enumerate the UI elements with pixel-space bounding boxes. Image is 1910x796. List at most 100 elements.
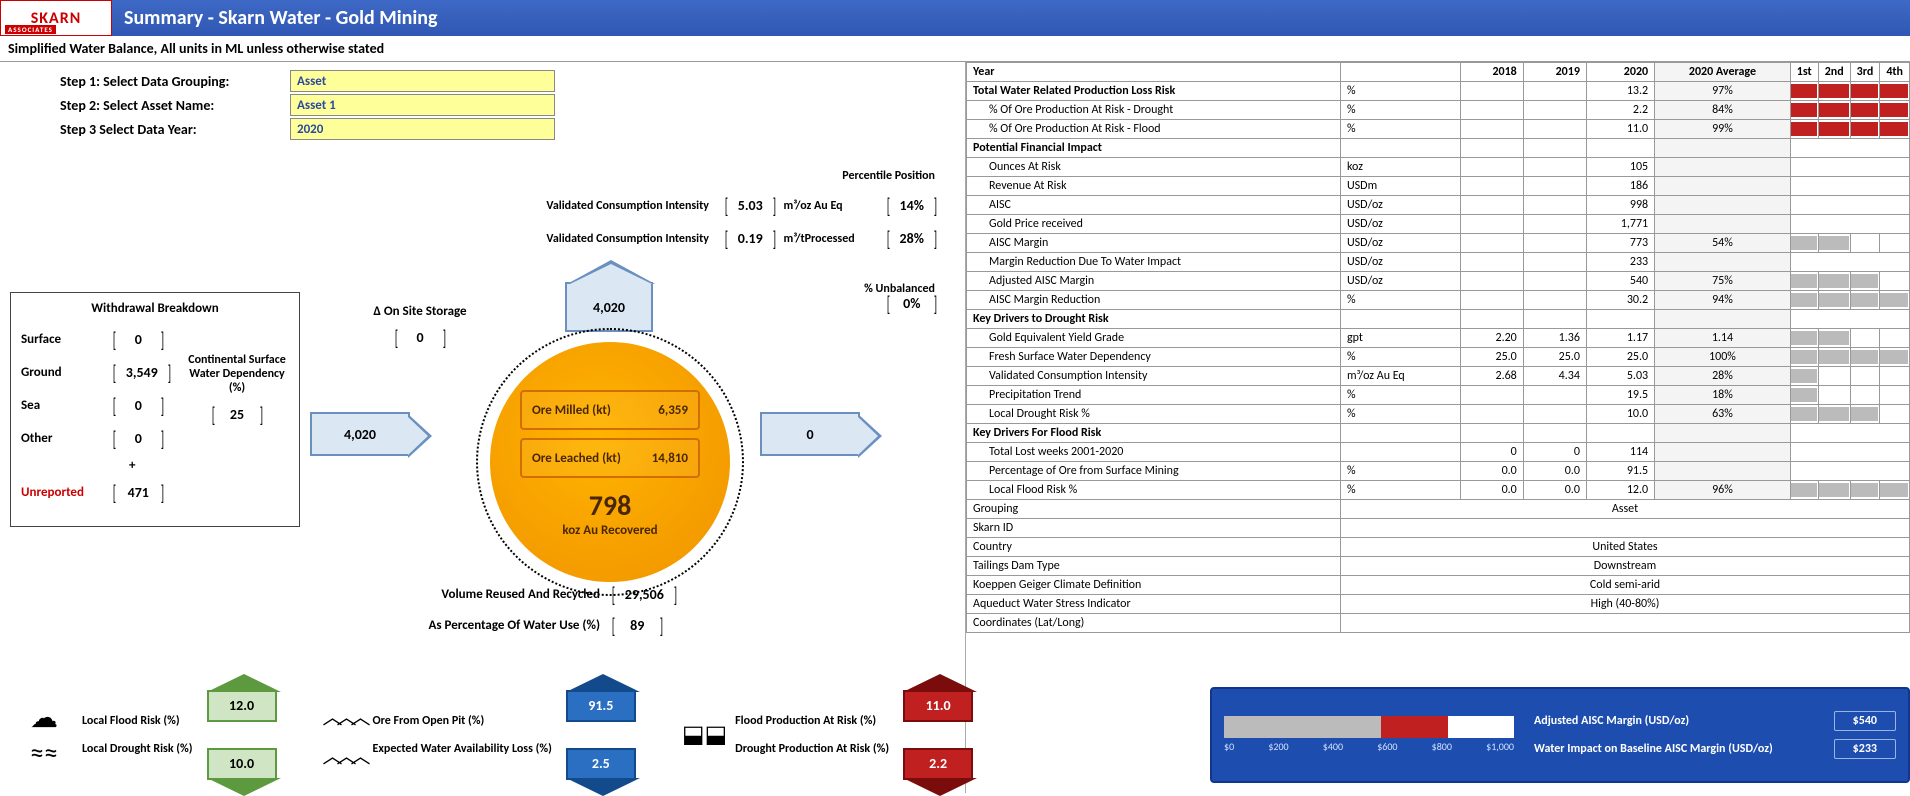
logo-subtext: ASSOCIATES [5,25,56,34]
aisc-value-2: $233 [1834,739,1896,759]
aisc-bar-adjusted-margin [1224,716,1381,738]
col-q2: 2nd [1818,63,1850,82]
asset-select[interactable]: Asset 1 [290,94,555,116]
aisc-value-1: $540 [1834,711,1896,731]
table-row: Ounces At Riskkoz 105 [967,158,1910,177]
onsite-storage-label: Δ On Site Storage [355,304,485,320]
col-year: Year [967,63,1341,82]
ore-leached-box: Ore Leached (kt)14,810 [520,438,700,478]
plus-icon: + [129,458,289,473]
table-row: Adjusted AISC MarginUSD/oz 540 75% [967,272,1910,291]
aisc-label-1: Adjusted AISC Margin (USD/oz) [1534,714,1689,728]
col-2018: 2018 [1460,63,1523,82]
aisc-label-2: Water Impact on Baseline AISC Margin (US… [1534,742,1773,756]
table-row: AISC Margin Reduction% 30.2 94% [967,291,1910,310]
table-row: Gold Equivalent Yield Gradegpt 2.201.361… [967,329,1910,348]
availability-loss-label: Expected Water Availability Loss (%) [373,742,552,756]
table-row: Local Drought Risk %% 10.0 63% [967,405,1910,424]
table-row: Skarn ID [967,519,1910,538]
reused-pct-value: 89 [610,612,665,639]
local-drought-label: Local Drought Risk (%) [82,742,193,756]
col-avg: 2020 Average [1655,63,1791,82]
reused-pct-label: As Percentage Of Water Use (%) [360,618,610,633]
skarn-logo: SKARN ASSOCIATES [0,0,112,36]
vci1-percentile: 14% [885,192,940,219]
table-row: GroupingAsset [967,500,1910,519]
table-row: % Of Ore Production At Risk - Flood% 11.… [967,120,1910,139]
table-row: Koeppen Geiger Climate DefinitionCold se… [967,576,1910,595]
col-q1: 1st [1790,63,1818,82]
drought-prod-arrow: 2.2 [903,748,973,780]
withdrawal-breakdown-box: Withdrawal Breakdown Surface0 Ground3,54… [10,292,300,527]
col-2019: 2019 [1523,63,1586,82]
ore-milled-box: Ore Milled (kt)6,359 [520,390,700,430]
local-flood-label: Local Flood Risk (%) [82,714,193,728]
step3-label: Step 3 Select Data Year: [60,121,290,138]
page-title: Summary - Skarn Water - Gold Mining [112,6,438,30]
onsite-storage-value: 0 [393,324,448,351]
sea-label: Sea [21,398,111,413]
up-arrow: 4,020 [565,282,653,332]
vci1-label: Validated Consumption Intensity [507,199,717,213]
year-select[interactable]: 2020 [290,118,555,140]
col-q3: 3rd [1850,63,1880,82]
aisc-bar-chart: $0$200$400$600$800$1,000 [1224,716,1534,753]
table-row: Tailings Dam TypeDownstream [967,557,1910,576]
table-row: Gold Price receivedUSD/oz 1,771 [967,215,1910,234]
table-row: Revenue At RiskUSDm 186 [967,177,1910,196]
col-q4: 4th [1880,63,1910,82]
filter-steps: Step 1: Select Data Grouping: Asset Step… [60,70,955,140]
table-row: CountryUnited States [967,538,1910,557]
dependency-label: Continental Surface Water Dependency (%) [187,353,287,395]
flood-risk-arrow: 12.0 [207,690,277,722]
step2-label: Step 2: Select Asset Name: [60,97,290,114]
drought-risk-arrow: 10.0 [207,748,277,780]
inflow-arrow: 4,020 [310,412,410,456]
other-label: Other [21,431,111,446]
dependency-value: 25 [210,401,265,428]
outflow-arrow: 0 [760,412,860,456]
table-row: Precipitation Trend% 19.5 18% [967,386,1910,405]
percentile-header: Percentile Position [842,169,935,183]
reused-label: Volume Reused And Recycled [360,587,610,602]
process-circle: Ore Milled (kt)6,359 Ore Leached (kt)14,… [490,342,730,582]
other-value: 0 [111,425,166,452]
open-pit-arrow: 91.5 [566,690,636,722]
table-row: Key Drivers to Drought Risk [967,310,1910,329]
recycled-section: Volume Reused And Recycled29,506 As Perc… [360,577,679,643]
table-header-row: Year 2018 2019 2020 2020 Average 1st 2nd… [967,63,1910,82]
drought-prod-label: Drought Production At Risk (%) [735,742,889,756]
surface-value: 0 [111,326,166,353]
grouping-select[interactable]: Asset [290,70,555,92]
open-pit-label: Ore From Open Pit (%) [373,714,552,728]
table-row: Total Water Related Production Loss Risk… [967,82,1910,101]
flood-prod-label: Flood Production At Risk (%) [735,714,889,728]
table-row: AISC MarginUSD/oz 773 54% [967,234,1910,253]
bottom-strip: ☁ ≈≈ Local Flood Risk (%) Local Drought … [0,682,1910,787]
koz-label: koz Au Recovered [562,523,657,538]
table-row: Aqueduct Water Stress IndicatorHigh (40-… [967,595,1910,614]
mountain-icon-2: ︿︿︿ [323,740,365,769]
table-row: Coordinates (Lat/Long) [967,614,1910,633]
vci2-percentile: 28% [885,225,940,252]
aisc-margin-panel: $0$200$400$600$800$1,000 Adjusted AISC M… [1210,687,1910,783]
table-row: Margin Reduction Due To Water ImpactUSD/… [967,253,1910,272]
table-row: AISCUSD/oz 998 [967,196,1910,215]
ground-value: 3,549 [111,359,173,386]
gold-bars-icon: ⬓⬓ [682,720,727,749]
vci1-value: 5.03 [723,192,778,219]
unreported-value: 471 [111,479,166,506]
title-bar: SKARN ASSOCIATES Summary - Skarn Water -… [0,0,1910,36]
vci2-unit: m³/tProcessed [784,232,879,246]
aisc-ticks: $0$200$400$600$800$1,000 [1224,740,1514,753]
table-row: Local Flood Risk %% 0.00.012.0 96% [967,481,1910,500]
vci2-value: 0.19 [723,225,778,252]
table-row: Key Drivers For Flood Risk [967,424,1910,443]
vci1-unit: m³/oz Au Eq [784,199,879,213]
ground-label: Ground [21,365,111,380]
aisc-bar-water-impact [1381,716,1449,738]
surface-label: Surface [21,332,111,347]
flow-diagram: Δ On Site Storage 0 4,020 4,020 0 Ore Mi… [310,302,950,622]
mountain-icon: ︿︿︿ [323,701,365,730]
table-row: Fresh Surface Water Dependency% 25.025.0… [967,348,1910,367]
